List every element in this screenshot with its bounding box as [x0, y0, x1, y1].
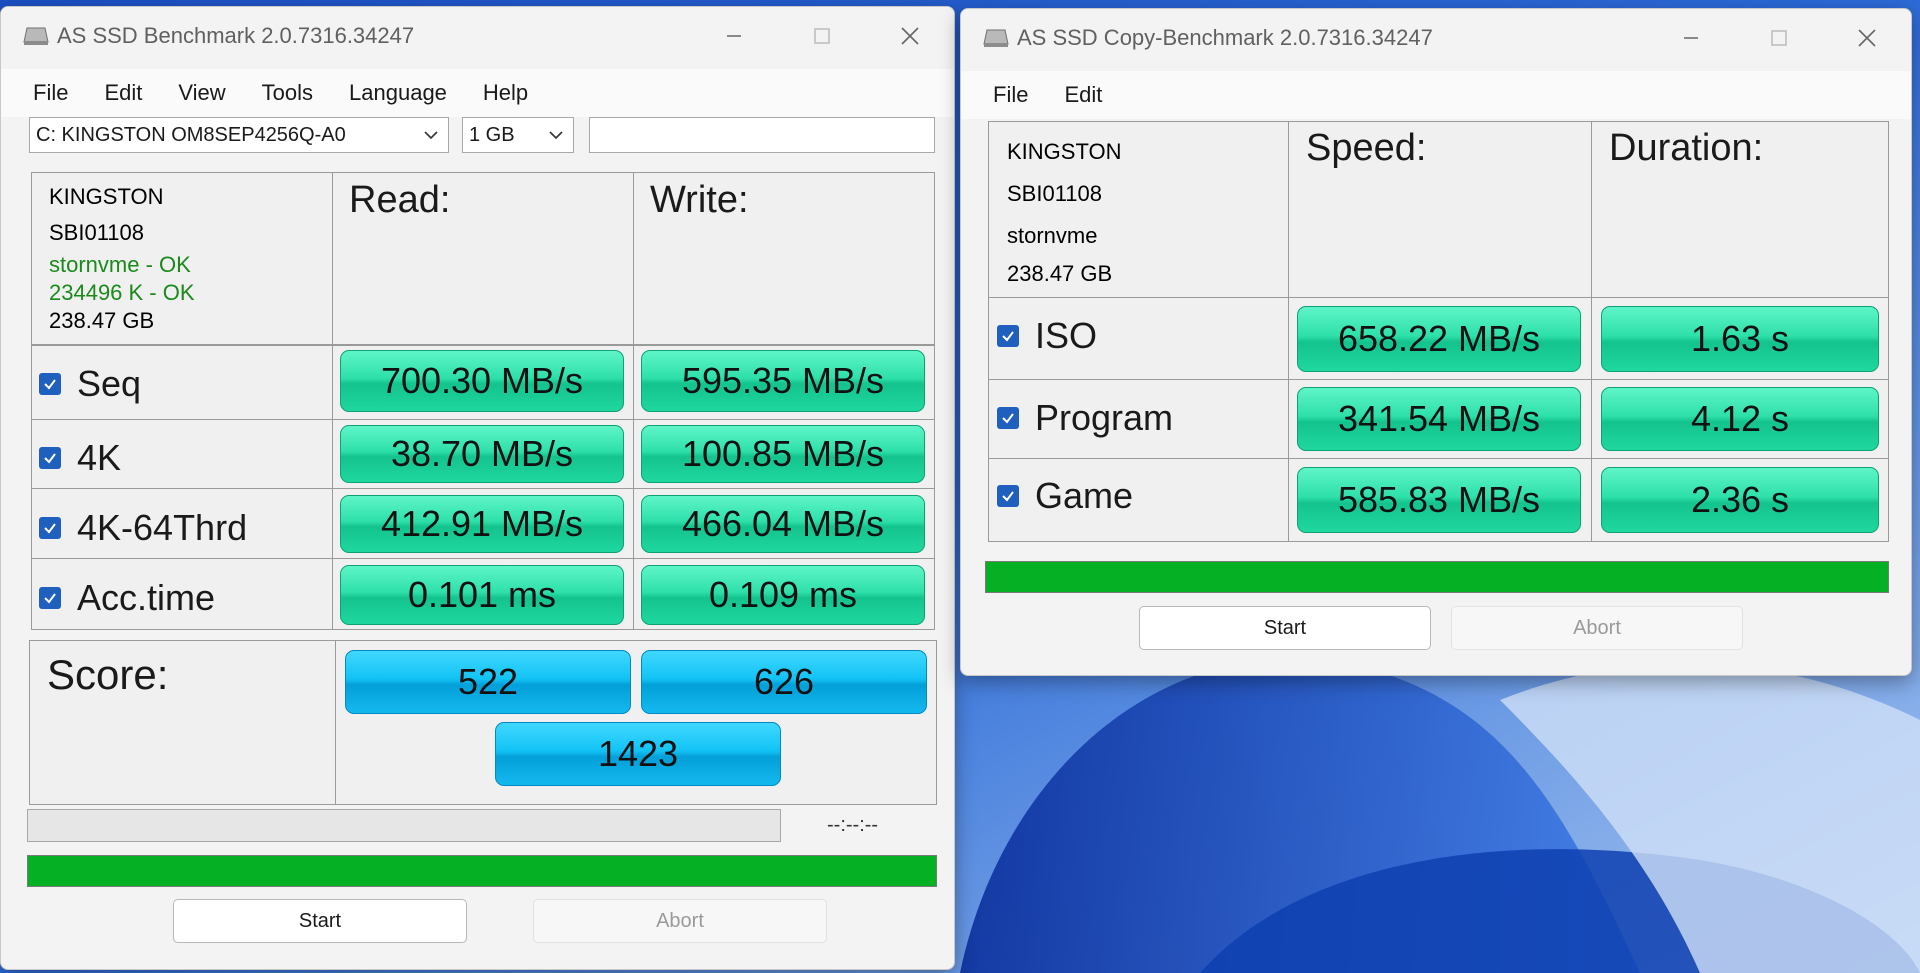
size-select-value: 1 GB [469, 123, 515, 146]
program-speed-value: 341.54 MB/s [1297, 387, 1581, 451]
seq-write-value: 595.35 MB/s [641, 350, 925, 412]
game-duration-value: 2.36 s [1601, 467, 1879, 533]
copy-progress-bar [985, 561, 1889, 593]
start-button[interactable]: Start [173, 899, 467, 943]
alignment-status: 234496 K - OK [49, 280, 195, 305]
benchmark-menubar: File Edit View Tools Language Help [1, 69, 954, 117]
speed-header: Speed: [1306, 127, 1427, 169]
score-write: 626 [641, 650, 927, 714]
4k64-label: 4K-64Thrd [77, 507, 248, 548]
start-button[interactable]: Start [1139, 606, 1431, 650]
4k64-write-value: 466.04 MB/s [641, 495, 925, 553]
menu-language[interactable]: Language [331, 80, 465, 106]
menu-tools[interactable]: Tools [244, 80, 331, 106]
elapsed-timer: --:--:-- [827, 814, 879, 836]
copy-drive-info: KINGSTON SBI01108 stornvme 238.47 GB [1007, 131, 1122, 291]
menu-file[interactable]: File [1, 80, 86, 106]
acc-read-value: 0.101 ms [340, 565, 624, 625]
iso-checkbox-row[interactable]: ISO [997, 315, 1097, 357]
checkbox-checked-icon[interactable] [39, 587, 61, 609]
duration-header: Duration: [1609, 127, 1764, 169]
score-read: 522 [345, 650, 631, 714]
size-select[interactable]: 1 GB [462, 117, 574, 153]
4k-write-value: 100.85 MB/s [641, 425, 925, 483]
abort-button[interactable]: Abort [1451, 606, 1743, 650]
menu-help[interactable]: Help [465, 80, 546, 106]
maximize-icon[interactable] [778, 7, 866, 65]
drive-model: KINGSTON [1007, 139, 1122, 164]
copy-titlebar[interactable]: AS SSD Copy-Benchmark 2.0.7316.34247 [961, 9, 1911, 67]
write-header: Write: [650, 179, 749, 221]
4k-label: 4K [77, 437, 122, 478]
acc-write-value: 0.109 ms [641, 565, 925, 625]
checkbox-checked-icon[interactable] [39, 447, 61, 469]
overall-progress-bar [27, 855, 937, 887]
status-textbox[interactable] [589, 117, 935, 153]
drive-info: KINGSTON SBI01108 stornvme - OK 234496 K… [49, 179, 195, 335]
iso-duration-value: 1.63 s [1601, 306, 1879, 372]
4k-checkbox-row[interactable]: 4K [39, 437, 121, 479]
drive-capacity: 238.47 GB [1007, 261, 1113, 286]
test-progress-bar [27, 809, 781, 842]
4k-read-value: 38.70 MB/s [340, 425, 624, 483]
seq-checkbox-row[interactable]: Seq [39, 363, 141, 405]
acc-checkbox-row[interactable]: Acc.time [39, 577, 215, 619]
seq-label: Seq [77, 363, 142, 404]
checkbox-checked-icon[interactable] [997, 325, 1019, 347]
seq-read-value: 700.30 MB/s [340, 350, 624, 412]
drive-firmware: SBI01108 [1007, 181, 1103, 206]
drive-icon [983, 28, 1009, 48]
game-label: Game [1035, 475, 1134, 516]
menu-view[interactable]: View [160, 80, 243, 106]
maximize-icon[interactable] [1735, 9, 1823, 67]
iso-label: ISO [1035, 315, 1098, 356]
drive-select[interactable]: C: KINGSTON OM8SEP4256Q-A0 [29, 117, 449, 153]
benchmark-titlebar[interactable]: AS SSD Benchmark 2.0.7316.34247 [1, 7, 954, 65]
chevron-down-icon [424, 131, 438, 140]
4k64-checkbox-row[interactable]: 4K-64Thrd [39, 507, 247, 549]
drive-capacity: 238.47 GB [49, 308, 155, 333]
score-total: 1423 [495, 722, 781, 786]
read-header: Read: [349, 179, 451, 221]
window-title: AS SSD Benchmark 2.0.7316.34247 [57, 23, 415, 48]
driver-status: stornvme - OK [49, 252, 191, 277]
acc-label: Acc.time [77, 577, 216, 618]
drive-driver: stornvme [1007, 223, 1098, 248]
benchmark-window: AS SSD Benchmark 2.0.7316.34247 File Edi… [0, 6, 955, 970]
checkbox-checked-icon[interactable] [997, 407, 1019, 429]
4k64-read-value: 412.91 MB/s [340, 495, 624, 553]
abort-button[interactable]: Abort [533, 899, 827, 943]
drive-select-value: C: KINGSTON OM8SEP4256Q-A0 [36, 123, 346, 146]
game-checkbox-row[interactable]: Game [997, 475, 1133, 517]
minimize-icon[interactable] [690, 7, 778, 65]
close-icon[interactable] [1823, 9, 1911, 67]
menu-edit[interactable]: Edit [1046, 82, 1120, 108]
checkbox-checked-icon[interactable] [39, 517, 61, 539]
iso-speed-value: 658.22 MB/s [1297, 306, 1581, 372]
program-label: Program [1035, 397, 1174, 438]
drive-icon [23, 26, 49, 46]
game-speed-value: 585.83 MB/s [1297, 467, 1581, 533]
score-label: Score: [47, 651, 169, 698]
window-title: AS SSD Copy-Benchmark 2.0.7316.34247 [1017, 25, 1433, 50]
drive-firmware: SBI01108 [49, 220, 145, 245]
copy-benchmark-window: AS SSD Copy-Benchmark 2.0.7316.34247 Fil… [960, 8, 1912, 676]
menu-file[interactable]: File [961, 82, 1046, 108]
program-checkbox-row[interactable]: Program [997, 397, 1173, 439]
program-duration-value: 4.12 s [1601, 387, 1879, 451]
copy-menubar: File Edit [961, 71, 1911, 119]
close-icon[interactable] [866, 7, 954, 65]
checkbox-checked-icon[interactable] [997, 485, 1019, 507]
checkbox-checked-icon[interactable] [39, 373, 61, 395]
drive-model: KINGSTON [49, 184, 164, 209]
menu-edit[interactable]: Edit [86, 80, 160, 106]
chevron-down-icon [549, 131, 563, 140]
minimize-icon[interactable] [1647, 9, 1735, 67]
